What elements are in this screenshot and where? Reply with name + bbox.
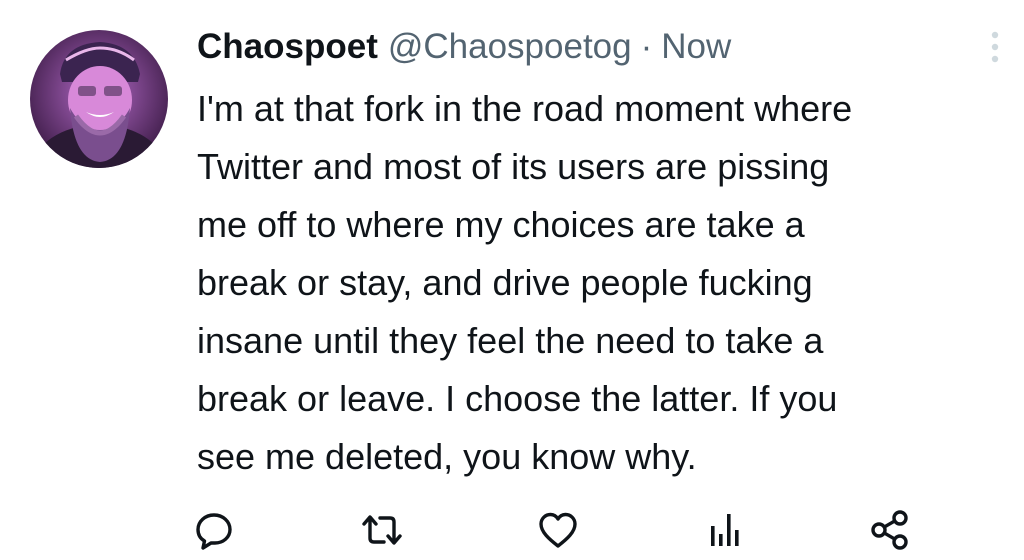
tweet-text-line: I'm at that fork in the road moment wher… — [197, 88, 853, 129]
display-name[interactable]: Chaospoet — [197, 24, 378, 70]
tweet-card[interactable]: Chaospoet @Chaospoetog · Now I'm at that… — [0, 0, 1024, 560]
tweet-text-line: break or leave. I choose the latter. If … — [197, 378, 838, 419]
more-options-button[interactable] — [978, 28, 1012, 66]
avatar[interactable] — [30, 30, 168, 168]
bar-chart-icon — [711, 514, 739, 546]
tweet-text-line: insane until they feel the need to take … — [197, 320, 824, 361]
speech-bubble-icon — [196, 513, 232, 550]
tweet-text-line: Twitter and most of its users are pissin… — [197, 146, 830, 187]
heart-outline-icon — [539, 512, 577, 548]
tweet-header: Chaospoet @Chaospoetog · Now — [197, 24, 731, 70]
views-button[interactable] — [700, 506, 748, 554]
tweet-text-line: me off to where my choices are take a — [197, 204, 805, 245]
user-handle[interactable]: @Chaospoetog — [388, 24, 632, 70]
like-button[interactable] — [534, 506, 582, 554]
share-button[interactable] — [866, 506, 914, 554]
tweet-text-line: see me deleted, you know why. — [197, 436, 697, 477]
tweet-text: I'm at that fork in the road moment wher… — [197, 80, 1012, 486]
share-nodes-icon — [871, 510, 908, 550]
tweet-actions-bar — [0, 500, 1024, 560]
reply-button[interactable] — [190, 506, 238, 554]
avatar-photo — [30, 30, 168, 168]
retweet-button[interactable] — [358, 506, 406, 554]
retweet-arrows-icon — [362, 515, 402, 545]
vertical-ellipsis-icon — [991, 31, 999, 63]
header-separator: · — [640, 27, 653, 66]
tweet-text-line: break or stay, and drive people fucking — [197, 262, 813, 303]
timestamp[interactable]: Now — [661, 24, 731, 70]
